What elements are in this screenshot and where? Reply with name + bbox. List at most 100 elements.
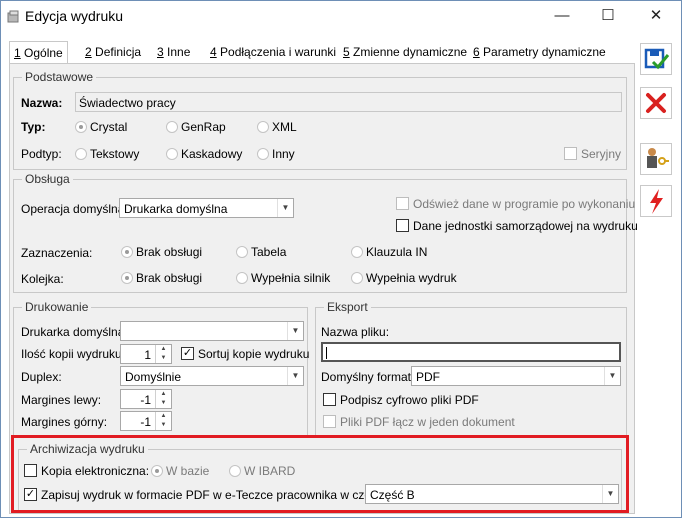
title-bar: Edycja wydruku — ☐ ✕ (1, 1, 681, 33)
seryjny-label: Seryjny (581, 147, 622, 161)
podtyp-kaskadowy-radio[interactable] (166, 148, 178, 160)
kolejka-brak-radio[interactable] (121, 272, 133, 284)
run-button[interactable] (640, 185, 672, 217)
maximize-icon: ☐ (601, 7, 615, 24)
spin-arrows-icon[interactable]: ▲ ▼ (155, 412, 171, 430)
operacja-label: Operacja domyślna: (21, 202, 128, 216)
minimize-icon: — (554, 7, 570, 24)
margines-gorny-label: Margines górny: (21, 415, 108, 429)
chevron-down-icon: ▼ (287, 367, 303, 385)
zaznaczenia-brak-radio[interactable] (121, 246, 133, 258)
margines-gorny-value: -1 (140, 415, 151, 429)
typ-crystal-radio[interactable] (75, 121, 87, 133)
minimize-button[interactable]: — (539, 1, 585, 31)
group-title: Obsługa (22, 172, 73, 186)
tab-key: 4 (210, 45, 217, 59)
text-cursor (326, 347, 327, 359)
sortuj-checkbox[interactable]: ✓ (181, 347, 194, 360)
tab-ogolne[interactable]: 1 Ogólne (9, 41, 68, 65)
kolejka-silnik-label: Wypełnia silnik (251, 271, 331, 285)
zaznaczenia-label: Zaznaczenia: (21, 246, 93, 260)
ilosc-label: Ilość kopii wydruku: (21, 347, 126, 361)
typ-crystal-label: Crystal (90, 120, 128, 134)
pliki-pdf-checkbox[interactable] (323, 415, 336, 428)
zaznaczenia-brak-label: Brak obsługi (136, 245, 203, 259)
zaznaczenia-klauzula-radio[interactable] (351, 246, 363, 258)
typ-xml-label: XML (272, 120, 297, 134)
tab-label: Zmienne dynamiczne (349, 45, 468, 59)
nazwa-pliku-input[interactable] (321, 342, 621, 362)
spin-arrows-icon[interactable]: ▲ ▼ (155, 345, 171, 363)
dialog-window: Edycja wydruku — ☐ ✕ 1 Ogólne 2 Definicj… (0, 0, 682, 518)
spin-arrows-icon[interactable]: ▲ ▼ (155, 390, 171, 408)
pliki-pdf-label: Pliki PDF łącz w jeden dokument (340, 415, 515, 429)
odswiez-label: Odśwież dane w programie po wykonaniu (413, 197, 636, 211)
tab-bar: 1 Ogólne 2 Definicja 3 Inne 4 Podłączeni… (9, 41, 627, 65)
permissions-button[interactable] (640, 143, 672, 175)
tab-parametry[interactable]: 6 Parametry dynamiczne (469, 41, 610, 65)
zaznaczenia-tabela-label: Tabela (251, 245, 287, 259)
tab-label: Parametry dynamiczne (479, 45, 606, 59)
operacja-select[interactable]: Drukarka domyślna ▼ (119, 198, 294, 218)
tab-key: 2 (85, 45, 92, 59)
podpisz-label: Podpisz cyfrowo pliki PDF (340, 393, 479, 407)
group-eksport: Eksport Nazwa pliku: Domyślny format: PD… (315, 300, 627, 437)
nazwa-value: Świadectwo pracy (79, 96, 176, 110)
close-button[interactable]: ✕ (633, 1, 679, 31)
save-button[interactable] (640, 43, 672, 75)
tab-label: Definicja (91, 45, 142, 59)
tab-key: 6 (473, 45, 480, 59)
cancel-button[interactable] (640, 87, 672, 119)
kolejka-wydruk-radio[interactable] (351, 272, 363, 284)
tab-definicja[interactable]: 2 Definicja (81, 41, 145, 65)
margines-gorny-stepper[interactable]: -1 ▲ ▼ (120, 411, 172, 431)
podtyp-tekstowy-radio[interactable] (75, 148, 87, 160)
ilosc-stepper[interactable]: 1 ▲ ▼ (120, 344, 172, 364)
zaznaczenia-tabela-radio[interactable] (236, 246, 248, 258)
typ-xml-radio[interactable] (257, 121, 269, 133)
operacja-value: Drukarka domyślna (124, 202, 228, 216)
zaznaczenia-klauzula-label: Klauzula IN (366, 245, 428, 259)
sortuj-label: Sortuj kopie wydruku (198, 347, 310, 361)
kolejka-wydruk-label: Wypełnia wydruk (366, 271, 457, 285)
podtyp-inny-radio[interactable] (257, 148, 269, 160)
margines-lewy-label: Margines lewy: (21, 393, 102, 407)
odswiez-checkbox[interactable] (396, 197, 409, 210)
kolejka-label: Kolejka: (21, 272, 64, 286)
nazwa-label: Nazwa: (21, 96, 63, 110)
maximize-button[interactable]: ☐ (585, 1, 631, 31)
kolejka-brak-label: Brak obsługi (136, 271, 203, 285)
dane-jst-label: Dane jednostki samorządowej na wydruku (413, 219, 638, 233)
drukarka-select[interactable]: ▼ (120, 321, 304, 341)
group-podstawowe: Podstawowe Nazwa: Świadectwo pracy Typ: … (13, 70, 627, 170)
nazwa-field[interactable]: Świadectwo pracy (75, 92, 622, 112)
tab-podlaczenia[interactable]: 4 Podłączenia i warunki (206, 41, 340, 65)
tab-zmienne[interactable]: 5 Zmienne dynamiczne (339, 41, 471, 65)
duplex-value: Domyślnie (125, 370, 182, 384)
typ-label: Typ: (21, 120, 46, 134)
nazwa-pliku-label: Nazwa pliku: (321, 325, 390, 339)
highlight-frame (11, 435, 629, 513)
group-drukowanie: Drukowanie Drukarka domyślna: ▼ Ilość ko… (13, 300, 310, 437)
duplex-label: Duplex: (21, 370, 62, 384)
podpisz-checkbox[interactable] (323, 393, 336, 406)
kolejka-silnik-radio[interactable] (236, 272, 248, 284)
format-select[interactable]: PDF ▼ (411, 366, 621, 386)
group-title: Eksport (324, 300, 371, 314)
seryjny-checkbox[interactable] (564, 147, 577, 160)
app-icon (7, 10, 19, 23)
drukarka-label: Drukarka domyślna: (21, 325, 128, 339)
dane-jst-checkbox[interactable] (396, 219, 409, 232)
typ-genrap-label: GenRap (181, 120, 226, 134)
group-title: Drukowanie (22, 300, 92, 314)
tab-inne[interactable]: 3 Inne (153, 41, 194, 65)
typ-genrap-radio[interactable] (166, 121, 178, 133)
duplex-select[interactable]: Domyślnie ▼ (120, 366, 304, 386)
podtyp-inny-label: Inny (272, 147, 295, 161)
format-value: PDF (416, 370, 440, 384)
podtyp-kaskadowy-label: Kaskadowy (181, 147, 243, 161)
group-title: Podstawowe (22, 70, 97, 84)
tab-key: 1 (14, 46, 21, 60)
margines-lewy-stepper[interactable]: -1 ▲ ▼ (120, 389, 172, 409)
podtyp-tekstowy-label: Tekstowy (90, 147, 140, 161)
